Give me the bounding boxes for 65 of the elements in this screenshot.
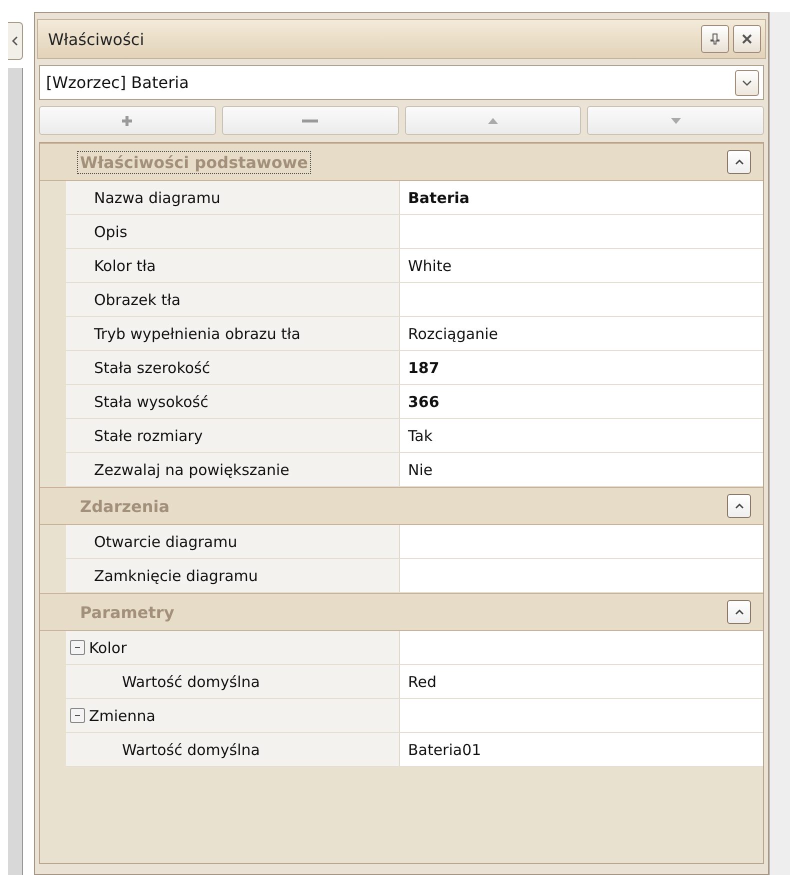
chevron-down-icon [742, 80, 752, 86]
property-value-cell[interactable]: Red [400, 665, 764, 698]
property-value-cell[interactable] [400, 215, 764, 248]
property-value-cell[interactable]: Nie [400, 453, 764, 486]
property-value: Rozciąganie [408, 324, 498, 342]
property-value: White [408, 256, 452, 274]
property-value: Bateria [408, 188, 470, 206]
dropdown-button[interactable] [735, 70, 760, 96]
pin-button[interactable] [701, 25, 730, 53]
chevron-up-icon [734, 159, 744, 165]
property-name: Zamknięcie diagramu [94, 566, 258, 584]
property-name: Opis [94, 222, 128, 240]
property-name: Wartość domyślna [122, 740, 260, 758]
property-name: Stała szerokość [94, 358, 210, 376]
plus-icon [121, 114, 134, 126]
object-dropdown[interactable]: [Wzorzec] Bateria [38, 65, 764, 100]
property-name: Tryb wypełnienia obrazu tła [94, 324, 300, 342]
property-value-cell[interactable]: 366 [400, 385, 764, 418]
chevron-up-icon [734, 503, 744, 509]
property-value-cell[interactable] [400, 699, 764, 732]
property-value-cell[interactable]: White [400, 249, 764, 282]
property-value: Red [408, 672, 436, 690]
property-value-cell[interactable] [400, 559, 764, 592]
property-value-cell[interactable]: Bateria [400, 181, 764, 214]
collapse-icon[interactable] [70, 708, 85, 723]
property-value-cell[interactable] [400, 525, 764, 558]
property-value-cell[interactable]: Rozciąganie [400, 317, 764, 350]
panel-title: Właściwości [48, 30, 146, 48]
property-value-cell[interactable]: 187 [400, 351, 764, 384]
property-value-cell[interactable] [400, 631, 764, 664]
property-value-cell[interactable]: Bateria01 [400, 733, 764, 766]
property-name: Kolor [88, 638, 127, 656]
property-value: Tak [408, 426, 433, 444]
property-name: Zezwalaj na powiększanie [94, 460, 290, 478]
triangle-up-icon [488, 118, 498, 124]
side-tab[interactable] [8, 22, 23, 60]
move-up-button[interactable] [404, 106, 582, 135]
collapse-button[interactable] [727, 494, 752, 518]
property-name: Zmienna [88, 706, 156, 724]
property-value: 366 [408, 392, 440, 410]
chevron-icon [12, 36, 18, 46]
triangle-down-icon [670, 118, 681, 124]
remove-button[interactable] [222, 106, 398, 135]
property-name: Otwarcie diagramu [94, 532, 238, 550]
property-name: Wartość domyślna [122, 672, 260, 690]
collapse-button[interactable] [727, 150, 752, 174]
property-name: Stała wysokość [94, 392, 208, 410]
add-button[interactable] [38, 106, 216, 135]
pin-icon [710, 33, 720, 45]
property-value-cell[interactable]: Tak [400, 419, 764, 452]
property-name: Kolor tła [94, 256, 156, 274]
property-value: Bateria01 [408, 740, 482, 758]
property-value-cell[interactable] [400, 283, 764, 316]
collapse-button[interactable] [727, 600, 752, 624]
chevron-up-icon [734, 609, 744, 615]
close-icon [742, 34, 752, 44]
collapse-icon[interactable] [70, 640, 85, 655]
property-name: Obrazek tła [94, 290, 181, 308]
move-down-button[interactable] [587, 106, 764, 135]
minus-icon [302, 118, 318, 122]
close-button[interactable] [733, 25, 762, 53]
property-value: Nie [408, 460, 433, 478]
property-name: Stałe rozmiary [94, 426, 203, 444]
property-value: 187 [408, 358, 440, 376]
property-name: Nazwa diagramu [94, 188, 220, 206]
